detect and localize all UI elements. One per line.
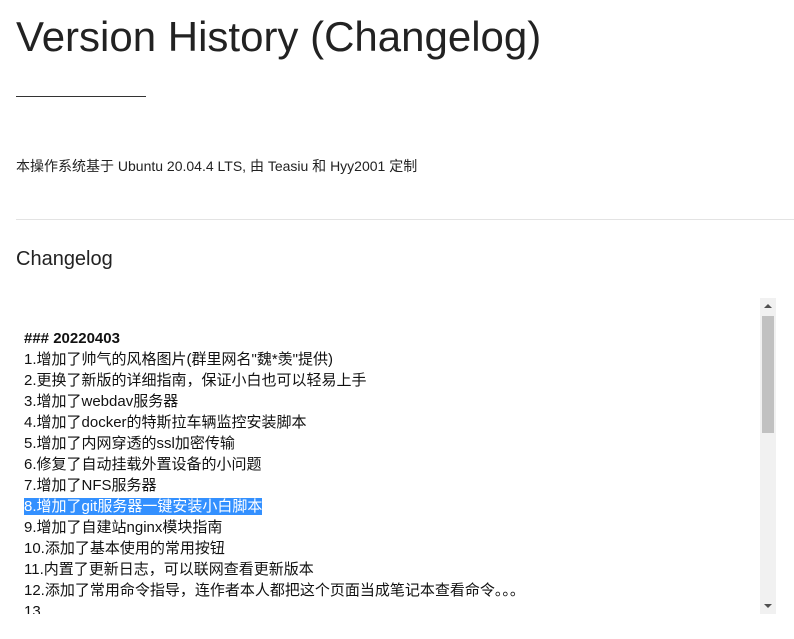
changelog-line-text: 8.增加了git服务器一键安装小白脚本 [24,498,263,515]
changelog-line: 11.内置了更新日志，可以联网查看更新版本 [24,559,759,580]
changelog-line-text: 1.增加了帅气的风格图片(群里网名"魏*羡"提供) [24,351,333,368]
section-divider [16,219,794,220]
changelog-line-text: 9.增加了自建站nginx模块指南 [24,519,223,536]
changelog-line: 4.增加了docker的特斯拉车辆监控安装脚本 [24,412,759,433]
changelog-line: 1.增加了帅气的风格图片(群里网名"魏*羡"提供) [24,349,759,370]
changelog-line: 3.增加了webdav服务器 [24,391,759,412]
changelog-version-header: ### 20220403 [24,330,120,347]
changelog-line-text: 11.内置了更新日志，可以联网查看更新版本 [24,561,314,578]
changelog-scrollbar[interactable] [760,298,776,614]
scroll-down-arrow-icon [764,604,772,608]
changelog-line-text: 13. [24,603,45,614]
changelog-line: 7.增加了NFS服务器 [24,475,759,496]
title-underline [16,96,146,97]
page-title: Version History (Changelog) [16,13,542,60]
changelog-line: 5.增加了内网穿透的ssl加密传输 [24,433,759,454]
changelog-line-text: 12.添加了常用命令指导，连作者本人都把这个页面当成笔记本查看命令。。。 [24,582,525,599]
changelog-line-text: 7.增加了NFS服务器 [24,477,157,494]
os-description: 本操作系统基于 Ubuntu 20.04.4 LTS, 由 Teasiu 和 H… [16,158,418,174]
changelog-line-text: 5.增加了内网穿透的ssl加密传输 [24,435,235,452]
changelog-line: 9.增加了自建站nginx模块指南 [24,517,759,538]
changelog-line-text: 6.修复了自动挂载外置设备的小问题 [24,456,262,473]
changelog-line: 6.修复了自动挂载外置设备的小问题 [24,454,759,475]
changelog-line-text: 10.添加了基本使用的常用按钮 [24,540,225,557]
changelog-line: 13. [24,601,759,614]
changelog-heading: Changelog [16,248,113,270]
changelog-line: 12.添加了常用命令指导，连作者本人都把这个页面当成笔记本查看命令。。。 [24,580,759,601]
version-history-page: Version History (Changelog) 本操作系统基于 Ubun… [0,0,794,639]
changelog-line: 10.添加了基本使用的常用按钮 [24,538,759,559]
scroll-up-button[interactable] [760,298,776,314]
scroll-thumb[interactable] [762,316,774,433]
scroll-down-button[interactable] [760,598,776,614]
changelog-line-text: 4.增加了docker的特斯拉车辆监控安装脚本 [24,414,307,431]
changelog-line-text: 2.更换了新版的详细指南，保证小白也可以轻易上手 [24,372,367,389]
changelog-content[interactable]: ### 20220403 1.增加了帅气的风格图片(群里网名"魏*羡"提供) 2… [24,328,759,614]
changelog-textarea[interactable]: ### 20220403 1.增加了帅气的风格图片(群里网名"魏*羡"提供) 2… [16,298,776,614]
changelog-line: 2.更换了新版的详细指南，保证小白也可以轻易上手 [24,370,759,391]
changelog-line-text: 3.增加了webdav服务器 [24,393,179,410]
scroll-up-arrow-icon [764,304,772,308]
changelog-line: 8.增加了git服务器一键安装小白脚本 [24,496,759,517]
